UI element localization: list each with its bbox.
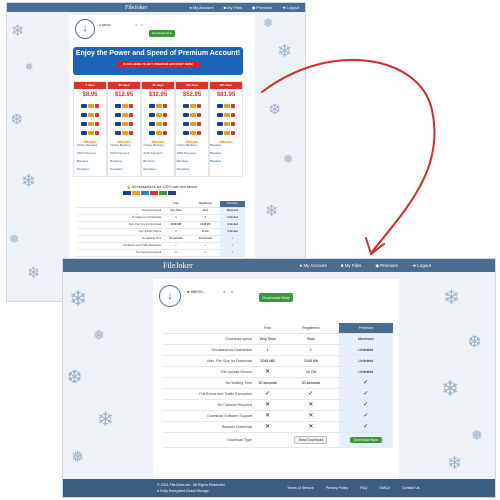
footer: © 2021 FileJoker.net - All Rights Reserv…: [63, 479, 495, 497]
table-row: Download Type Slow Download Download Now: [163, 432, 393, 448]
check-icon: ✓: [338, 410, 393, 422]
cross-icon: ✕: [283, 410, 339, 422]
footer-secure: ● Fully Encrypted Cloud Storage: [157, 489, 209, 493]
snowflake-icon: ❄: [97, 407, 114, 431]
nav-logout[interactable]: ➜ Logout: [412, 263, 431, 269]
footer-link-faq[interactable]: FAQ: [360, 486, 367, 490]
premium-download-button[interactable]: Download Now: [349, 436, 382, 443]
snowflake-icon: ❄: [69, 287, 88, 312]
download-now-button[interactable]: Download Now: [259, 293, 293, 302]
table-row: No Captcha Required ✕ ✕ ✓: [163, 399, 393, 411]
site-logo[interactable]: FileJoker: [163, 261, 193, 270]
snowflake-icon: ❄: [441, 377, 460, 402]
nav-my-files[interactable]: ■ My Files: [341, 263, 362, 269]
snowflake-icon: ❅: [93, 328, 105, 344]
snowflake-icon: ❅: [471, 428, 483, 444]
footer-copyright: © 2021 FileJoker.net - All Rights Reserv…: [157, 483, 225, 487]
check-icon: ✓: [338, 421, 393, 433]
snowflake-icon: ❆: [67, 367, 83, 388]
footer-link-terms[interactable]: Terms of Service: [287, 486, 314, 490]
user-icon: ●: [299, 263, 303, 268]
comparison-table: Free Registered Premium Download speed Ve…: [163, 323, 393, 448]
footer-link-contact[interactable]: Contact Us: [402, 486, 420, 490]
nav-my-account[interactable]: ● My Account: [299, 263, 326, 269]
cross-icon: ✕: [252, 421, 284, 433]
table-row: Download Software Support ✕ ✕ ✓: [163, 410, 393, 422]
cross-icon: ✕: [252, 410, 284, 422]
table-row: Simultaneous Downloads 1 1 Unlimited: [163, 344, 393, 356]
cross-icon: ✕: [283, 421, 339, 433]
table-row: Download speed Very Slow Slow Maximum: [163, 333, 393, 345]
footer-link-privacy[interactable]: Privacy Policy: [326, 486, 348, 490]
check-icon: ✓: [338, 388, 393, 400]
snowflake-icon: ❅: [71, 447, 85, 466]
nav-premium[interactable]: ◆ Premium: [375, 263, 398, 269]
cross-icon: ✕: [283, 399, 339, 411]
slow-download-button[interactable]: Slow Download: [294, 435, 328, 444]
snowflake-icon: ❆: [468, 332, 482, 351]
footer-link-dmca[interactable]: DMCA: [379, 486, 390, 490]
table-row: Resume Download ✕ ✕ ✓: [163, 421, 393, 433]
top-navbar: FileJoker ● My Account ■ My Files ◆ Prem…: [63, 259, 495, 272]
check-icon: ✓: [252, 388, 284, 400]
check-icon: ✓: [283, 388, 339, 400]
table-row: Max. File Size for Download 2048 MB 2048 M…: [163, 355, 393, 367]
footer-links: Terms of Service Privacy Policy FAQ DMCA…: [287, 486, 420, 490]
shield-icon: ●: [157, 489, 160, 493]
check-icon: ✓: [338, 377, 393, 389]
cross-icon: ✕: [252, 399, 284, 411]
diamond-icon: ◆: [375, 262, 379, 268]
file-meta: 4 ... 4: [223, 289, 234, 294]
nav-menu: ● My Account ■ My Files ◆ Premium ➜ Logo…: [299, 263, 431, 269]
table-row: No Waiting Time 30 seconds 30 seconds ✓: [163, 377, 393, 389]
cross-icon: ✕: [252, 366, 284, 378]
table-row: File Upload Volume ✕ 10 Gb Unlimited: [163, 366, 393, 378]
snowflake-icon: ❄: [447, 453, 463, 474]
snowflake-icon: ❄: [443, 285, 460, 309]
table-row: Full Bonus and Traffic Exemption ✓ ✓ ✓: [163, 388, 393, 400]
download-page-screenshot: FileJoker ● My Account ■ My Files ◆ Prem…: [62, 258, 496, 498]
file-name: ● 9BK90...: [187, 289, 206, 294]
check-icon: ✓: [338, 399, 393, 411]
logout-icon: ➜: [412, 262, 416, 268]
cloud-download-icon: ↓: [159, 285, 181, 307]
folder-icon: ■: [340, 263, 344, 268]
